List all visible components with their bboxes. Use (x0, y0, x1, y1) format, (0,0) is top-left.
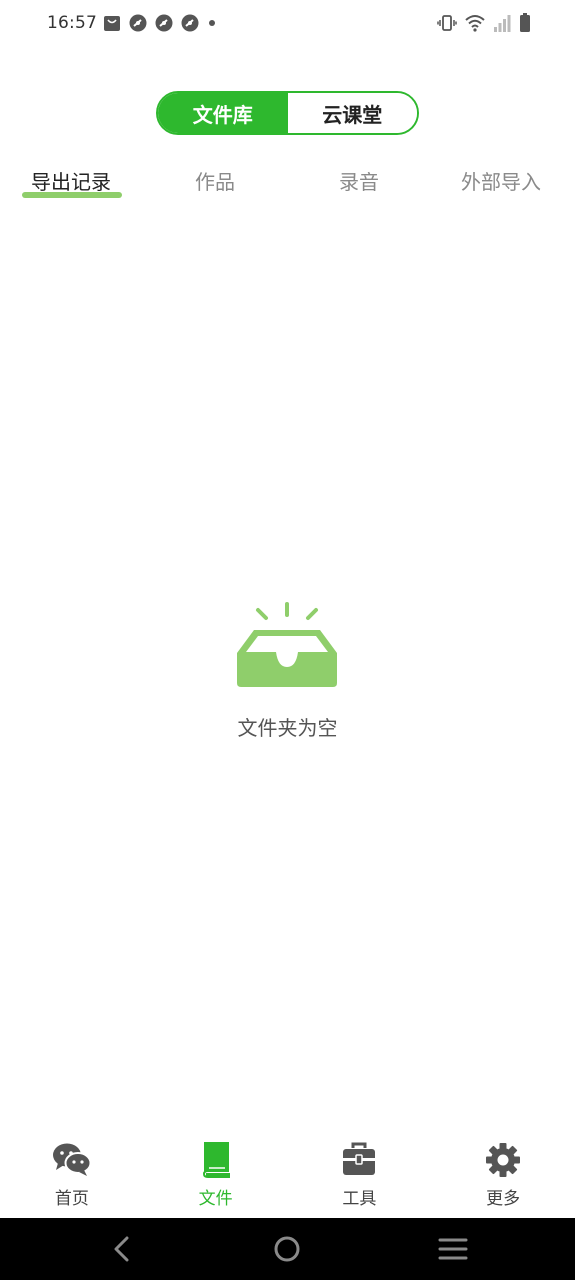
book-icon (202, 1142, 230, 1178)
nav-item-more[interactable]: 更多 (431, 1130, 575, 1218)
shopping-bag-icon (104, 16, 120, 31)
empty-folder-message: 文件夹为空 (237, 716, 338, 740)
tab-export-records[interactable]: 导出记录 (31, 166, 111, 195)
wifi-icon (465, 15, 485, 32)
speed-app-icon (129, 14, 147, 32)
status-time: 16:57 (47, 13, 97, 33)
dot-icon (209, 20, 215, 26)
file-category-tabs: 导出记录 作品 录音 外部导入 (0, 160, 575, 204)
status-bar: 16:57 (0, 0, 575, 48)
notification-icons (103, 14, 217, 32)
active-tab-indicator (22, 192, 122, 198)
segment-file-library[interactable]: 文件库 (158, 93, 288, 133)
nav-label-tools: 工具 (342, 1189, 377, 1209)
app-screen: 16:57 文件库 云课堂 导出记录 作品 录音 外部导入 文件夹为空 首页 文… (0, 0, 575, 1280)
system-navigation-bar (0, 1218, 575, 1280)
segment-cloud-class[interactable]: 云课堂 (287, 93, 417, 133)
tab-works[interactable]: 作品 (195, 166, 235, 195)
bottom-navigation: 首页 文件 工具 更多 (0, 1130, 575, 1218)
system-status-icons (437, 13, 531, 33)
tab-external-import[interactable]: 外部导入 (461, 166, 541, 195)
tab-recordings[interactable]: 录音 (339, 166, 379, 195)
gear-icon (486, 1143, 521, 1177)
battery-icon (520, 13, 530, 32)
vibrate-icon (437, 15, 457, 31)
back-icon[interactable] (105, 1232, 139, 1266)
library-segmented-control: 文件库 云课堂 (156, 91, 419, 135)
home-icon[interactable] (270, 1232, 304, 1266)
empty-inbox-icon (237, 602, 337, 687)
nav-item-home[interactable]: 首页 (0, 1130, 144, 1218)
nav-item-files[interactable]: 文件 (144, 1130, 288, 1218)
nav-label-more: 更多 (486, 1189, 521, 1209)
menu-icon[interactable] (436, 1232, 470, 1266)
nav-label-files: 文件 (198, 1189, 233, 1209)
signal-icon (494, 15, 511, 32)
speed-app-icon (155, 14, 173, 32)
speed-app-icon (181, 14, 199, 32)
toolbox-icon (343, 1142, 376, 1175)
nav-label-home: 首页 (54, 1189, 89, 1209)
chat-bubbles-icon (52, 1143, 92, 1176)
nav-item-tools[interactable]: 工具 (288, 1130, 432, 1218)
